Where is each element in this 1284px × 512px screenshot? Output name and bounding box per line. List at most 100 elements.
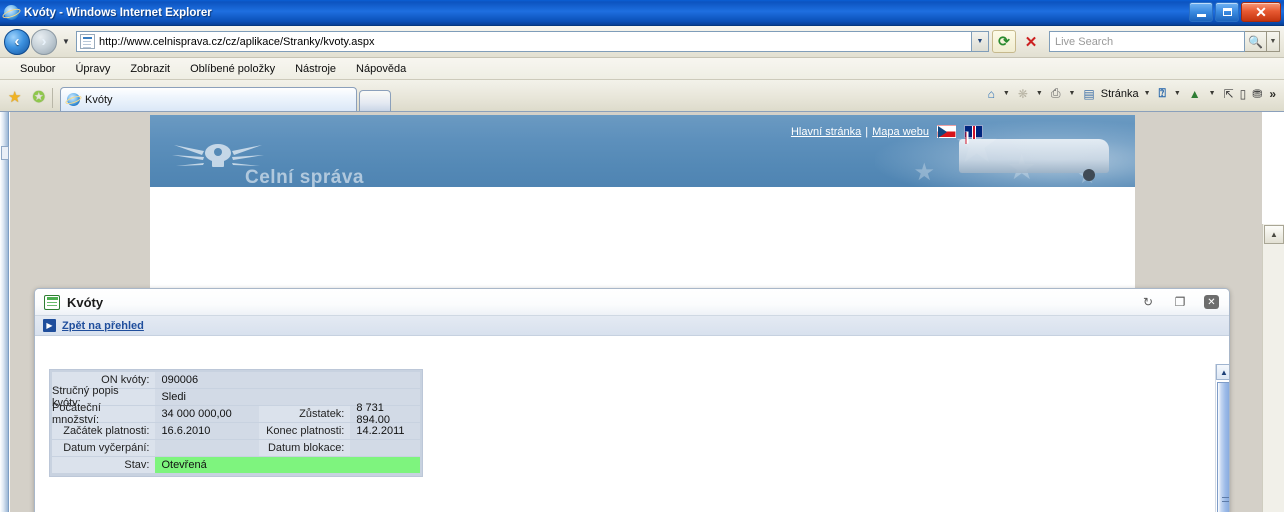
- address-url: http://www.celnisprava.cz/cz/aplikace/St…: [99, 35, 375, 48]
- detail-label: Datum blokace:: [258, 440, 351, 457]
- arrow-right-icon: ▶: [43, 319, 56, 332]
- detail-label: Konec platnosti:: [258, 423, 351, 440]
- detail-label: Datum vyčerpání:: [52, 440, 156, 457]
- ie-logo-icon: [67, 93, 81, 106]
- chevrons-right-icon[interactable]: »: [1265, 87, 1280, 101]
- page-left-gutter: [0, 112, 9, 512]
- flag-uk-icon[interactable]: [964, 125, 983, 139]
- page-icon[interactable]: ▤: [1080, 85, 1097, 103]
- page-viewport: ★ ★ ★ ★ Celní správa Hlavní stránka | Ma…: [0, 112, 1284, 512]
- dialog-scrollbar[interactable]: ▲: [1215, 364, 1229, 512]
- new-tab-button[interactable]: [359, 90, 392, 111]
- close-icon[interactable]: ✕: [1204, 295, 1219, 309]
- page-menu-label[interactable]: Stránka: [1098, 88, 1139, 100]
- menu-item-soubor[interactable]: Soubor: [10, 61, 65, 77]
- back-bar: ▶ Zpět na přehled: [35, 316, 1229, 336]
- scrollbar-grip: [1222, 497, 1229, 502]
- browser-title-bar: Kvóty - Windows Internet Explorer ✕: [0, 0, 1284, 26]
- status-badge: Otevřená: [155, 457, 420, 474]
- minimize-button[interactable]: [1189, 2, 1213, 22]
- maximize-icon[interactable]: ❐: [1172, 294, 1188, 310]
- tools-dropdown-icon[interactable]: ▼: [1204, 90, 1221, 97]
- list-document-icon: [44, 294, 60, 310]
- menu-item-upravy[interactable]: Úpravy: [65, 61, 120, 77]
- print-dropdown-icon[interactable]: ▼: [1063, 90, 1080, 97]
- rss-dropdown-icon[interactable]: ▼: [1031, 90, 1048, 97]
- quota-detail-panel: ON kvóty: 090006 Stručný popis kvóty: Sl…: [49, 369, 423, 477]
- toolbar-divider: [52, 88, 54, 108]
- link-hlavni-stranka[interactable]: Hlavní stránka: [791, 126, 861, 138]
- recent-pages-dropdown-icon[interactable]: ▼: [59, 37, 73, 46]
- menu-item-oblibene-polozky[interactable]: Oblíbené položky: [180, 61, 285, 77]
- home-icon[interactable]: ⌂: [985, 85, 998, 103]
- command-toolbar: ⌂ ▼ ❋ ▼ ⎙ ▼ ▤ Stránka ▼ ⍰ ▼ ▲ ▼ ⇱ ▯ ⛃ »: [985, 84, 1280, 103]
- help-icon[interactable]: ⍰: [1156, 84, 1169, 103]
- star-plus-icon[interactable]: ✪: [32, 90, 45, 105]
- menu-item-napoveda[interactable]: Nápověda: [346, 61, 416, 77]
- detail-label: Zůstatek:: [258, 406, 351, 423]
- refresh-button[interactable]: ⟳: [992, 30, 1016, 53]
- maximize-button[interactable]: [1215, 2, 1239, 22]
- detail-row-datum-vycerpani: Datum vyčerpání: Datum blokace:: [52, 440, 420, 457]
- tab-label: Kvóty: [85, 93, 113, 106]
- detail-row-zacatek-platnosti: Začátek platnosti: 16.6.2010 Konec platn…: [52, 423, 420, 440]
- back-to-overview-link[interactable]: Zpět na přehled: [62, 320, 144, 332]
- tools-icon[interactable]: ▲: [1186, 85, 1204, 103]
- detail-value: [350, 440, 420, 457]
- star-icon[interactable]: ★: [8, 90, 21, 105]
- ie-logo-icon: [4, 4, 20, 21]
- flag-cz-icon[interactable]: [937, 125, 956, 138]
- chevron-up-icon[interactable]: ▲: [1264, 225, 1284, 244]
- browser-title: Kvóty - Windows Internet Explorer: [24, 6, 212, 19]
- mobile-view-icon[interactable]: ▯: [1237, 85, 1250, 103]
- dialog-scroll-area: ON kvóty: 090006 Stručný popis kvóty: Sl…: [35, 364, 1215, 512]
- detail-value: 34 000 000,00: [155, 406, 259, 423]
- top-links: Hlavní stránka | Mapa webu: [791, 125, 983, 139]
- scrollbar-thumb[interactable]: [1217, 382, 1229, 512]
- detail-row-pocatecni-mnozstvi: Počáteční množství: 34 000 000,00 Zůstat…: [52, 402, 420, 426]
- menu-item-zobrazit[interactable]: Zobrazit: [120, 61, 180, 77]
- menu-item-nastroje[interactable]: Nástroje: [285, 61, 346, 77]
- dialog-title: Kvóty: [67, 294, 104, 310]
- back-button[interactable]: ‹: [4, 28, 30, 55]
- detail-value: [155, 440, 259, 457]
- window-controls: ✕: [1189, 2, 1281, 22]
- close-button[interactable]: ✕: [1241, 2, 1281, 22]
- detail-value: 16.6.2010: [155, 423, 259, 440]
- site-banner: ★ ★ ★ ★ Celní správa Hlavní stránka | Ma…: [150, 115, 1135, 187]
- search-placeholder: Live Search: [1055, 35, 1114, 48]
- print-icon[interactable]: ⎙: [1048, 84, 1064, 103]
- external-window-icon[interactable]: ⇱: [1221, 85, 1237, 103]
- search-input[interactable]: Live Search: [1049, 31, 1245, 52]
- detail-label: Počáteční množství:: [52, 402, 156, 426]
- page-icon: [80, 34, 95, 49]
- link-separator: |: [865, 125, 869, 138]
- stop-button[interactable]: ✕: [1019, 30, 1043, 53]
- help-dropdown-icon[interactable]: ▼: [1169, 90, 1186, 97]
- menu-bar: Soubor Úpravy Zobrazit Oblíbené položky …: [0, 58, 1284, 80]
- detail-label: Stav:: [52, 457, 156, 474]
- address-bar[interactable]: http://www.celnisprava.cz/cz/aplikace/St…: [76, 31, 972, 52]
- page-dropdown-icon[interactable]: ▼: [1139, 90, 1156, 97]
- detail-value: 14.2.2011: [350, 423, 420, 440]
- detail-value: 8 731 894,00: [350, 402, 420, 426]
- browser-scrollbar[interactable]: ▲: [1262, 224, 1284, 512]
- home-dropdown-icon[interactable]: ▼: [998, 90, 1015, 97]
- research-icon[interactable]: ⛃: [1249, 85, 1265, 103]
- search-dropdown-icon[interactable]: ▼: [1267, 31, 1280, 52]
- tab-kvoty[interactable]: Kvóty: [60, 87, 358, 111]
- rss-icon[interactable]: ❋: [1015, 85, 1031, 103]
- link-mapa-webu[interactable]: Mapa webu: [872, 126, 929, 138]
- detail-label: Začátek platnosti:: [52, 423, 156, 440]
- site-name: Celní správa: [245, 167, 364, 187]
- chevron-up-icon[interactable]: ▲: [1216, 364, 1229, 380]
- detail-value: 090006: [155, 372, 420, 389]
- dialog-controls: ↻ ❐ ✕: [1140, 294, 1229, 310]
- dialog-title-bar: Kvóty ↻ ❐ ✕: [35, 289, 1229, 316]
- navigation-bar: ‹ › ▼ http://www.celnisprava.cz/cz/aplik…: [0, 26, 1284, 58]
- refresh-icon[interactable]: ↻: [1140, 294, 1156, 310]
- forward-button[interactable]: ›: [31, 28, 57, 55]
- tab-bar: ★ ✪ Kvóty ⌂ ▼ ❋ ▼ ⎙ ▼ ▤ Stránka ▼ ⍰ ▼ ▲ …: [0, 80, 1284, 112]
- search-icon[interactable]: 🔍: [1245, 31, 1267, 52]
- address-dropdown-icon[interactable]: ▼: [972, 31, 989, 52]
